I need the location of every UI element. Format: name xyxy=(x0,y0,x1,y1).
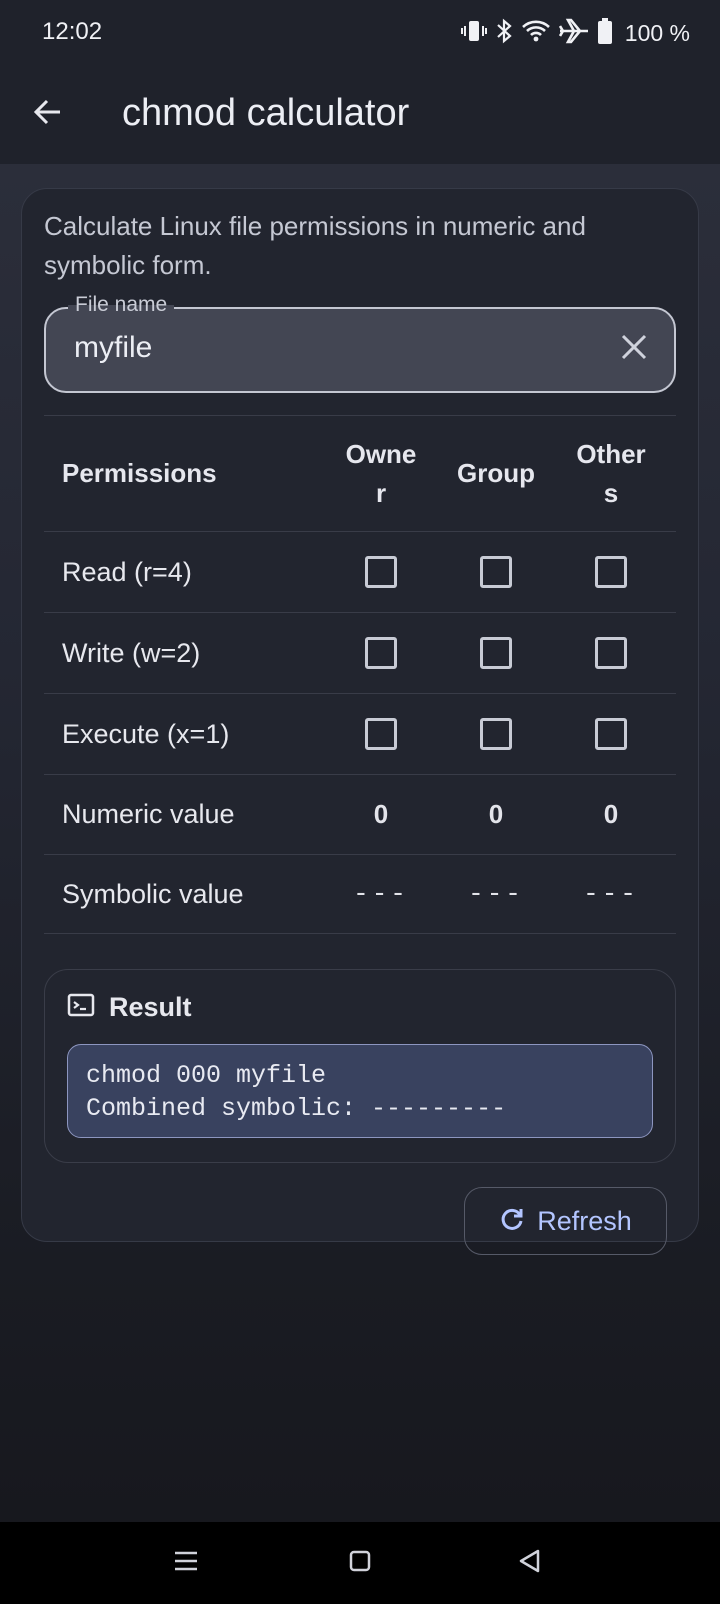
row-symbolic: Symbolic value --- --- --- xyxy=(44,855,676,934)
battery-icon xyxy=(597,17,613,50)
wifi-icon xyxy=(521,18,551,49)
chmod-card: Calculate Linux file permissions in nume… xyxy=(21,188,699,1255)
result-header: Result xyxy=(67,992,192,1023)
row-write: Write (w=2) xyxy=(44,613,676,694)
close-icon xyxy=(620,333,648,366)
file-name-field[interactable]: File name xyxy=(44,293,676,393)
symbolic-label: Symbolic value xyxy=(62,878,244,909)
symbolic-group: --- xyxy=(468,879,524,909)
column-owner: Owner xyxy=(345,438,417,508)
permissions-table: Permissions Owner Group Others Read (r=4… xyxy=(44,415,676,934)
execute-owner-checkbox[interactable] xyxy=(365,718,397,750)
column-group: Group xyxy=(457,458,535,488)
numeric-group: 0 xyxy=(488,799,504,829)
row-read: Read (r=4) xyxy=(44,532,676,613)
table-header: Permissions Owner Group Others xyxy=(44,416,676,532)
terminal-icon xyxy=(67,993,95,1022)
result-line-command: chmod 000 myfile xyxy=(86,1061,327,1090)
file-name-label: File name xyxy=(68,293,175,317)
column-others: Others xyxy=(576,438,646,508)
main-content[interactable]: Calculate Linux file permissions in nume… xyxy=(0,164,720,1522)
refresh-button[interactable]: Refresh xyxy=(464,1187,667,1255)
recents-button[interactable] xyxy=(165,1542,207,1584)
refresh-label: Refresh xyxy=(537,1205,632,1236)
system-nav-bar xyxy=(0,1522,720,1604)
result-panel: Result chmod 000 myfile Combined symboli… xyxy=(44,969,676,1163)
read-others-checkbox[interactable] xyxy=(595,556,627,588)
read-owner-checkbox[interactable] xyxy=(365,556,397,588)
result-output: chmod 000 myfile Combined symbolic: ----… xyxy=(67,1044,653,1138)
execute-group-checkbox[interactable] xyxy=(480,718,512,750)
write-group-checkbox[interactable] xyxy=(480,637,512,669)
file-name-input[interactable] xyxy=(74,331,574,365)
status-time: 12:02 xyxy=(42,18,103,45)
row-numeric: Numeric value 0 0 0 xyxy=(44,775,676,855)
read-group-checkbox[interactable] xyxy=(480,556,512,588)
execute-others-checkbox[interactable] xyxy=(595,718,627,750)
symbolic-others: --- xyxy=(583,879,639,909)
refresh-icon xyxy=(499,1206,525,1237)
numeric-owner: 0 xyxy=(373,799,389,829)
clear-button[interactable] xyxy=(614,329,654,369)
result-title: Result xyxy=(109,992,192,1022)
status-icons: 100 % xyxy=(460,16,690,50)
numeric-label: Numeric value xyxy=(62,799,235,829)
app-bar: chmod calculator xyxy=(0,66,720,164)
vibrate-icon xyxy=(460,18,487,49)
row-execute: Execute (x=1) xyxy=(44,694,676,775)
read-label: Read (r=4) xyxy=(62,556,192,587)
numeric-others: 0 xyxy=(603,799,619,829)
execute-label: Execute (x=1) xyxy=(62,718,230,749)
home-icon xyxy=(348,1549,372,1578)
airplane-icon xyxy=(558,17,589,50)
back-nav-button[interactable] xyxy=(509,1542,551,1584)
symbolic-owner: --- xyxy=(353,879,409,909)
bluetooth-icon xyxy=(495,18,513,49)
home-button[interactable] xyxy=(339,1542,381,1584)
write-owner-checkbox[interactable] xyxy=(365,637,397,669)
menu-icon xyxy=(173,1550,199,1577)
description: Calculate Linux file permissions in nume… xyxy=(44,211,586,280)
write-others-checkbox[interactable] xyxy=(595,637,627,669)
page-title: chmod calculator xyxy=(122,92,410,134)
result-line-symbolic: Combined symbolic: --------- xyxy=(86,1094,507,1123)
arrow-back-icon xyxy=(32,96,64,133)
battery-percentage: 100 % xyxy=(624,19,690,46)
permissions-header: Permissions xyxy=(62,458,217,488)
write-label: Write (w=2) xyxy=(62,637,201,668)
back-button[interactable] xyxy=(24,90,72,138)
back-triangle-icon xyxy=(517,1548,543,1579)
status-bar: 12:02 100 % xyxy=(0,0,720,66)
